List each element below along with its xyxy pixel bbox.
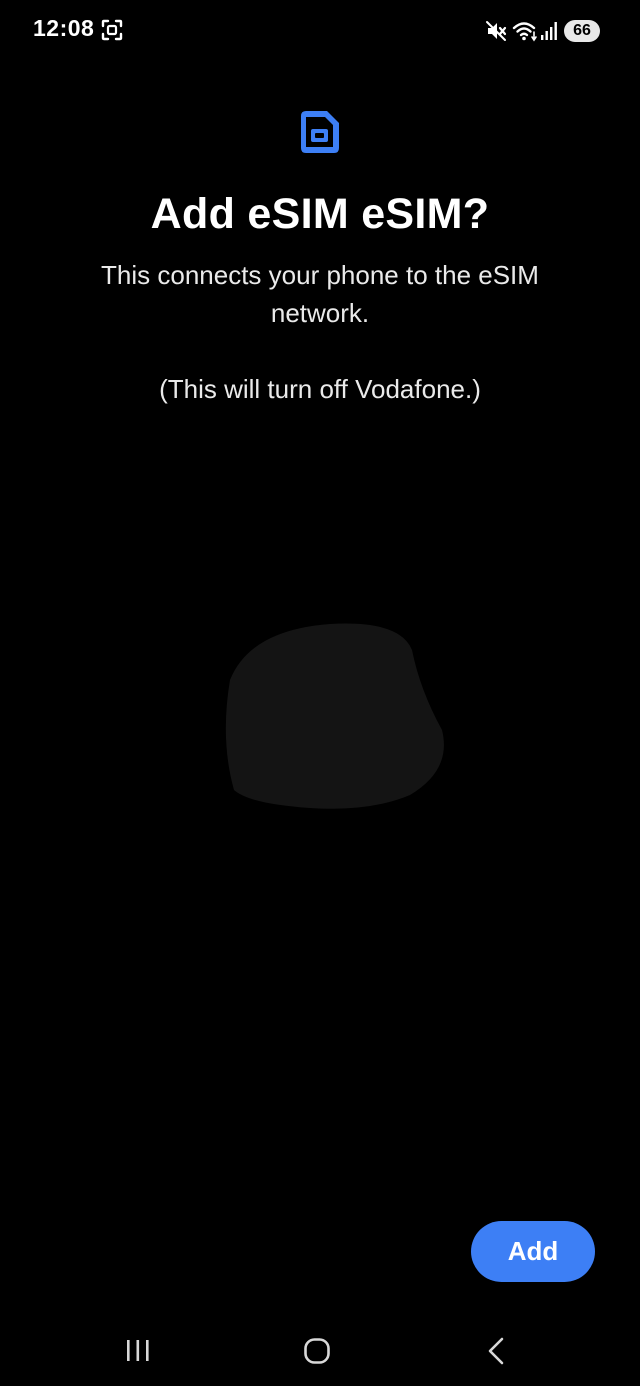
dialog-note: (This will turn off Vodafone.): [159, 374, 481, 404]
add-button[interactable]: Add: [471, 1221, 595, 1282]
status-bar: 12:08 66: [0, 0, 640, 62]
status-time: 12:08: [33, 15, 95, 41]
home-icon[interactable]: [303, 1337, 331, 1370]
recent-apps-icon[interactable]: [124, 1338, 152, 1369]
mute-vibrate-icon: [485, 19, 507, 43]
status-icons: 66: [485, 18, 600, 44]
back-icon[interactable]: [485, 1336, 507, 1371]
signal-icon: [540, 21, 558, 41]
battery-badge: 66: [564, 20, 600, 42]
dialog-title: Add eSIM eSIM?: [150, 190, 490, 238]
nav-bar: [0, 1318, 640, 1386]
dialog-description: This connects your phone to the eSIM net…: [101, 260, 539, 328]
wifi-icon: [512, 20, 538, 42]
background-shape: [220, 620, 448, 812]
sim-card-icon: [297, 108, 343, 156]
screenshot-icon: [101, 19, 123, 41]
